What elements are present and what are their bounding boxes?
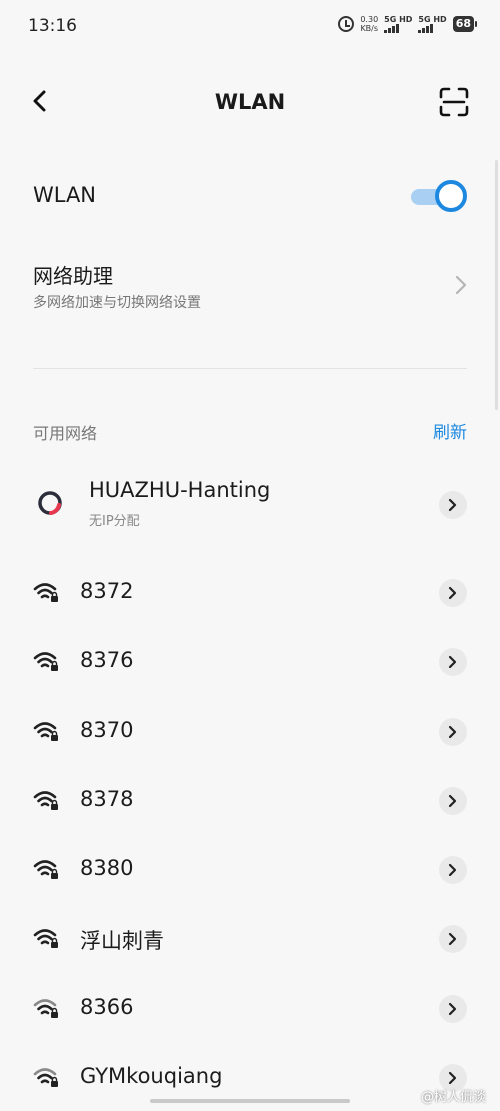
network-detail-button[interactable]: [439, 856, 467, 884]
chevron-right-icon: [448, 932, 457, 946]
page-title: WLAN: [214, 90, 286, 114]
wifi-lock-icon: [33, 791, 58, 810]
network-name: 8380: [80, 856, 134, 880]
status-bar: 13:16 0.30 KB/s 5G HD 5G HD 68: [0, 0, 500, 52]
network-item[interactable]: 8380: [0, 840, 500, 900]
signal-label: 5G HD: [384, 15, 413, 24]
network-detail-button[interactable]: [439, 718, 467, 746]
toggle-knob: [435, 180, 467, 212]
network-item[interactable]: 8370: [0, 702, 500, 762]
network-name: 8376: [80, 648, 134, 672]
scan-icon: [439, 87, 469, 117]
scan-button[interactable]: [438, 86, 470, 118]
network-name: HUAZHU-Hanting: [89, 478, 271, 502]
network-detail-button[interactable]: [439, 925, 467, 953]
chevron-right-icon: [448, 794, 457, 808]
network-status: 无IP分配: [89, 514, 140, 529]
network-name: 8372: [80, 579, 134, 603]
chevron-right-icon: [448, 498, 457, 512]
wifi-lock-icon: [33, 860, 58, 879]
signal-icon: 5G HD: [418, 15, 447, 33]
battery-icon: 68: [452, 16, 478, 32]
network-speed: 0.30 KB/s: [360, 15, 378, 33]
network-name: 浮山刺青: [80, 929, 164, 953]
chevron-right-icon: [448, 725, 457, 739]
network-detail-button[interactable]: [439, 491, 467, 519]
wifi-lock-icon: [33, 999, 58, 1018]
available-networks-header: 可用网络 刷新: [0, 416, 500, 444]
refresh-button[interactable]: 刷新: [433, 418, 467, 443]
chevron-right-icon: [448, 1071, 457, 1085]
wlan-toggle[interactable]: [411, 180, 467, 212]
network-assistant-row[interactable]: 网络助理 多网络加速与切换网络设置: [0, 256, 500, 326]
divider: [33, 368, 467, 369]
status-time: 13:16: [28, 16, 77, 36]
chevron-right-icon: [448, 655, 457, 669]
network-detail-button[interactable]: [439, 995, 467, 1023]
network-name: 8366: [80, 995, 134, 1019]
page-header: WLAN: [0, 78, 500, 128]
network-item[interactable]: 8366: [0, 979, 500, 1039]
network-detail-button[interactable]: [439, 787, 467, 815]
watermark: @树人侃谈: [420, 1090, 486, 1105]
assistant-subtitle: 多网络加速与切换网络设置: [33, 295, 201, 311]
wifi-lock-icon: [33, 722, 58, 741]
chevron-right-icon: [448, 863, 457, 877]
home-indicator[interactable]: [150, 1099, 350, 1103]
chevron-right-icon: [448, 586, 457, 600]
wifi-lock-icon: [33, 583, 58, 602]
alarm-icon: [338, 16, 355, 32]
network-item-huazhu[interactable]: HUAZHU-Hanting 无IP分配: [0, 476, 500, 536]
network-name: GYMkouqiang: [80, 1064, 223, 1088]
wifi-lock-icon: [33, 1068, 58, 1087]
network-item[interactable]: 8372: [0, 563, 500, 623]
wifi-lock-icon: [33, 652, 58, 671]
chevron-right-icon: [455, 275, 467, 295]
network-detail-button[interactable]: [439, 648, 467, 676]
network-item[interactable]: 8378: [0, 771, 500, 831]
section-label: 可用网络: [33, 424, 98, 443]
wifi-lock-icon: [33, 929, 58, 948]
network-name: 8378: [80, 787, 134, 811]
wlan-label: WLAN: [33, 183, 97, 207]
network-item[interactable]: 浮山刺青: [0, 909, 500, 969]
network-speed-unit: KB/s: [360, 24, 379, 33]
connecting-icon: [38, 491, 62, 515]
assistant-title: 网络助理: [33, 264, 113, 288]
network-name: 8370: [80, 718, 134, 742]
network-detail-button[interactable]: [439, 579, 467, 607]
chevron-right-icon: [448, 1002, 457, 1016]
network-item[interactable]: 8376: [0, 632, 500, 692]
status-icons: 0.30 KB/s 5G HD 5G HD 68: [338, 15, 478, 33]
wlan-row: WLAN: [0, 172, 500, 220]
signal-label: 5G HD: [418, 15, 447, 24]
scrollbar[interactable]: [495, 160, 498, 410]
network-speed-value: 0.30: [360, 15, 379, 24]
signal-icon: 5G HD: [384, 15, 412, 33]
